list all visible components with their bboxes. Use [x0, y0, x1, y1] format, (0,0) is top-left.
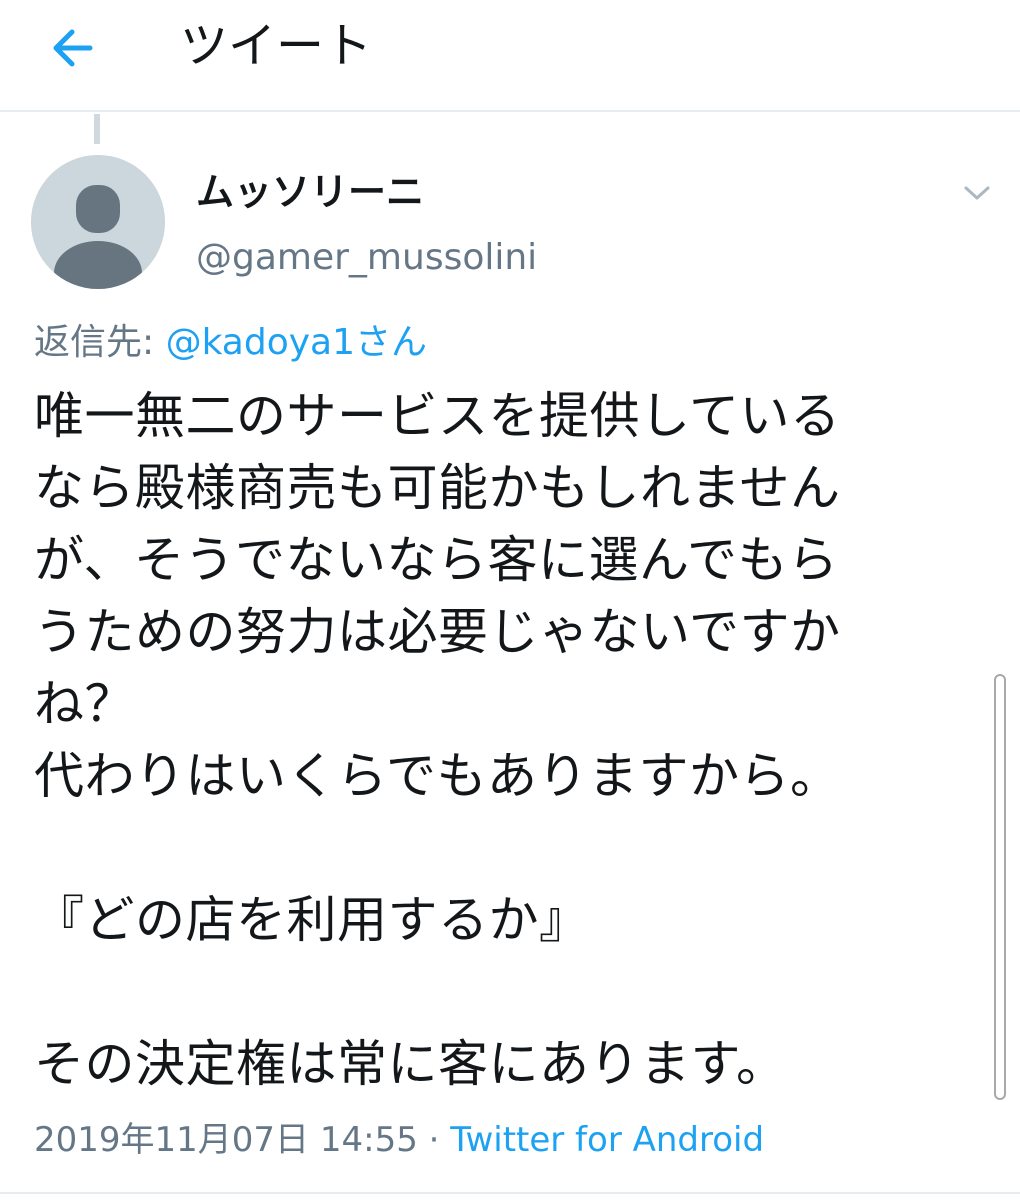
meta-separator: · — [417, 1120, 451, 1160]
reply-context: 返信先: @kadoya1さん — [34, 318, 427, 368]
tweet-text-line: なら殿様商売も可能かもしれません — [34, 459, 841, 517]
tweet-text-line — [34, 956, 964, 1028]
display-name[interactable]: ムッソリーニ — [196, 168, 424, 216]
scrollbar-thumb[interactable] — [994, 674, 1006, 1100]
tweet-text-line: 唯一無二のサービスを提供している — [34, 387, 841, 445]
tweet-timestamp[interactable]: 2019年11月07日 14:55 — [34, 1120, 418, 1160]
top-app-bar: ツイート — [0, 0, 1020, 112]
arrow-left-icon — [53, 29, 93, 67]
user-handle[interactable]: @gamer_mussolini — [196, 234, 537, 282]
divider — [0, 1192, 1020, 1194]
tweet-text-line: うための努力は必要じゃないですか — [34, 603, 841, 661]
tweet-text-line: その決定権は常に客にあります。 — [34, 1035, 787, 1093]
tweet-text-line: 『どの店を利用するか』 — [34, 891, 590, 949]
chevron-down-icon — [964, 186, 990, 200]
tweet-text-line: 代わりはいくらでもありますから。 — [34, 747, 841, 805]
tweet-menu-button[interactable] — [950, 170, 1004, 216]
tweet-metadata: 2019年11月07日 14:55 · Twitter for Android — [34, 1114, 764, 1166]
reply-to-link[interactable]: @kadoya1さん — [166, 322, 427, 363]
default-profile-avatar-icon — [31, 155, 165, 289]
thread-connector-line — [94, 114, 100, 144]
tweet-detail-screen: ツイート ムッソリーニ @gamer_mussolini 返信先: @kadoy… — [0, 0, 1020, 1200]
tweet-text-line — [34, 812, 964, 884]
tweet-source-link[interactable]: Twitter for Android — [450, 1120, 764, 1160]
avatar[interactable] — [31, 155, 165, 289]
tweet-text-line: ね？ — [34, 675, 135, 733]
page-title: ツイート — [180, 18, 373, 74]
tweet-text: 唯一無二のサービスを提供している なら殿様商売も可能かもしれません が、そうでな… — [34, 380, 964, 1100]
tweet-text-line: が、そうでないなら客に選んでもら — [34, 531, 839, 589]
reply-prefix: 返信先: — [34, 322, 166, 363]
back-button[interactable] — [38, 18, 106, 78]
